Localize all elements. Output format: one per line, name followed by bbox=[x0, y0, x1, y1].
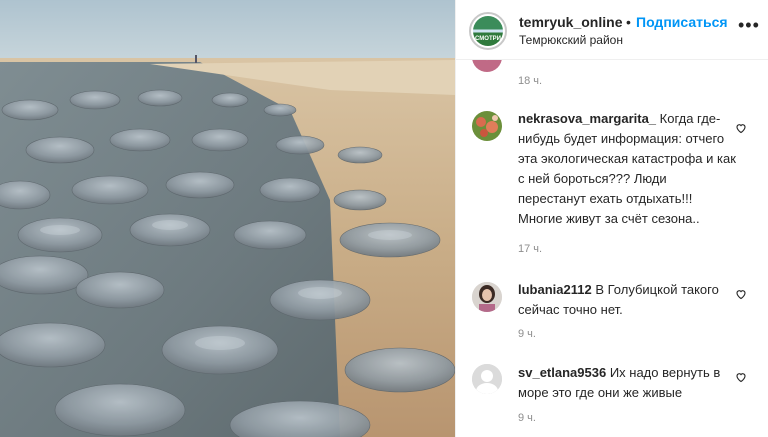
comment-username[interactable]: lubania2112 bbox=[518, 282, 592, 297]
comment-time: 18 ч. bbox=[518, 75, 543, 87]
comment-body: sv_etlana9536 Их надо вернуть в море это… bbox=[518, 363, 738, 403]
comment-time: 17 ч. bbox=[518, 243, 543, 255]
comment-avatar[interactable] bbox=[472, 364, 502, 394]
comment-time: 9 ч. bbox=[518, 412, 536, 424]
avatar-logo-text: СМОТРИ bbox=[475, 36, 501, 42]
post-header: СМОТРИ temryuk_online • Подписаться Темр… bbox=[456, 0, 768, 60]
post-modal: СМОТРИ temryuk_online • Подписаться Темр… bbox=[0, 0, 768, 437]
author-avatar[interactable]: СМОТРИ bbox=[469, 12, 507, 50]
more-horizontal-icon[interactable]: ••• bbox=[738, 15, 760, 36]
follow-button[interactable]: Подписаться bbox=[636, 14, 728, 30]
comment-body: nekrasova_margarita_ Когда где-нибудь бу… bbox=[518, 109, 738, 229]
author-username[interactable]: temryuk_online bbox=[519, 14, 622, 30]
comments-list: 18 ч. nekrasova_margarita_ Когда где-ниб… bbox=[456, 56, 768, 437]
like-heart-icon[interactable] bbox=[735, 288, 747, 300]
like-heart-icon[interactable] bbox=[735, 122, 747, 134]
comment-avatar[interactable] bbox=[472, 282, 502, 312]
comment-username[interactable]: sv_etlana9536 bbox=[518, 365, 606, 380]
post-photo[interactable] bbox=[0, 0, 455, 437]
comment-avatar[interactable] bbox=[472, 111, 502, 141]
comment-username[interactable]: nekrasova_margarita_ bbox=[518, 111, 656, 126]
beach-jellyfish-image bbox=[0, 0, 455, 437]
post-location[interactable]: Темрюкский район bbox=[519, 33, 623, 47]
comment-body: lubania2112 В Голубицкой такого сейчас т… bbox=[518, 280, 738, 320]
header-separator: • bbox=[626, 14, 631, 30]
post-sidebar: СМОТРИ temryuk_online • Подписаться Темр… bbox=[455, 0, 768, 437]
comment-text: Когда где-нибудь будет информация: отчег… bbox=[518, 111, 736, 226]
comment-time: 9 ч. bbox=[518, 328, 536, 340]
like-heart-icon[interactable] bbox=[735, 371, 747, 383]
